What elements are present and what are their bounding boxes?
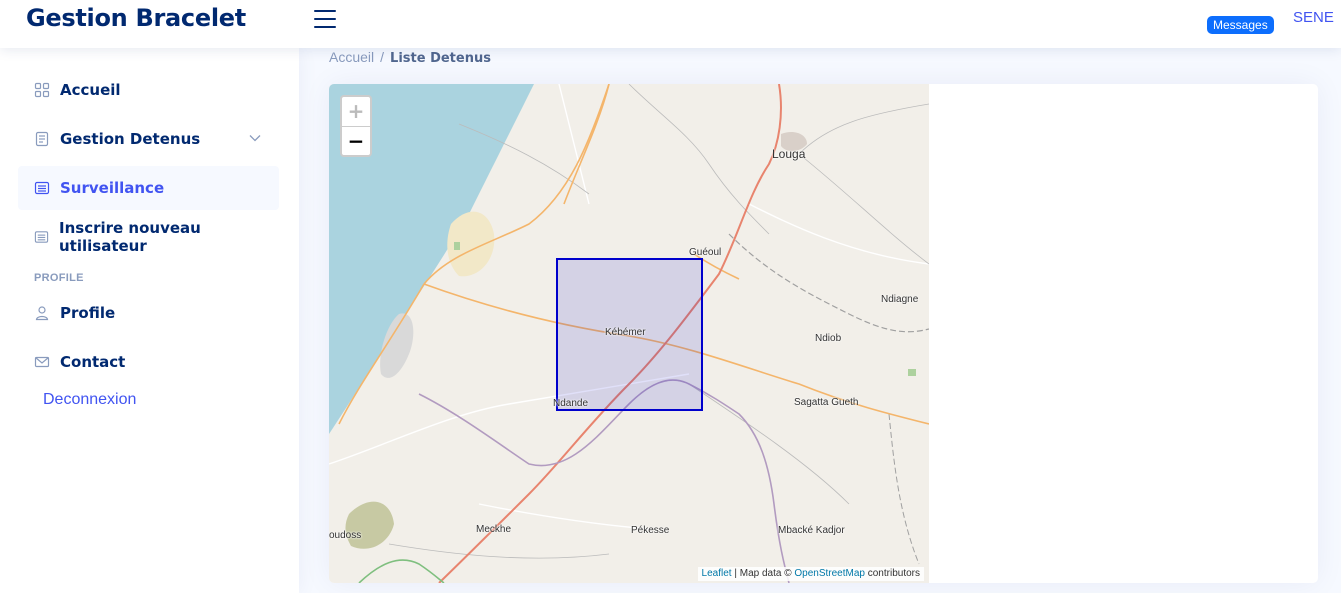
osm-link[interactable]: OpenStreetMap [794,568,865,579]
place-label-meckhe: Meckhe [476,524,512,535]
sidebar-item-contact[interactable]: Contact [18,340,279,384]
place-label-pekesse: Pékesse [631,525,670,536]
app-logo[interactable]: Gestion Bracelet [26,4,246,32]
breadcrumb-home[interactable]: Accueil [329,49,374,65]
sidebar-item-gestion-detenus[interactable]: Gestion Detenus [18,117,279,161]
document-list-icon [35,131,49,147]
place-label-kebemer: Kébémer [605,327,646,338]
sidebar-item-label: Accueil [60,81,121,99]
zoom-in-button[interactable]: + [342,97,370,126]
place-label-sagatta-gueth: Sagatta Gueth [794,397,859,408]
place-label-oudoss: oudoss [329,530,362,541]
map-card: Louga Guéoul Ndiagne Ndiob Kébémer Ndand… [329,84,1318,583]
breadcrumb-current: Liste Detenus [390,51,491,66]
logout-link[interactable]: Deconnexion [43,391,136,409]
list-icon [34,231,49,243]
breadcrumb: Accueil / Liste Detenus [329,49,491,66]
place-label-ndiob: Ndiob [815,333,842,344]
user-profile-link[interactable]: SENE [1293,9,1334,26]
envelope-icon [34,356,50,368]
chevron-down-icon [249,135,261,142]
grid-icon [34,82,50,98]
top-header: Gestion Bracelet Messages SENE [0,0,1341,48]
place-label-ndiagne: Ndiagne [881,294,919,305]
sidebar: Accueil Gestion Detenus Surveillance Ins… [0,48,299,593]
messages-badge[interactable]: Messages [1207,16,1274,34]
leaflet-link[interactable]: Leaflet [702,568,732,579]
sidebar-item-label: Gestion Detenus [60,130,201,148]
sidebar-item-label: Inscrire nouveau utilisateur [59,219,201,255]
person-icon [35,306,49,321]
sidebar-item-accueil[interactable]: Accueil [18,68,279,112]
attribution-text: | Map data © [731,568,795,579]
zoom-control: + − [340,95,372,157]
place-label-gueoul: Guéoul [689,247,722,258]
place-label-louga: Louga [772,147,806,161]
sidebar-item-label: Profile [60,304,116,322]
place-label-ndande: Ndande [553,398,589,409]
sidebar-item-profile[interactable]: Profile [18,291,279,335]
sidebar-item-surveillance[interactable]: Surveillance [18,166,279,210]
sidebar-item-label: Surveillance [60,179,165,197]
sidebar-item-label: Contact [60,353,126,371]
place-label-mbacke-kadjor: Mbacké Kadjor [778,525,845,536]
list-icon [34,181,50,195]
surveillance-map[interactable]: Louga Guéoul Ndiagne Ndiob Kébémer Ndand… [329,84,929,583]
attribution-suffix: contributors [864,568,920,579]
zoom-out-button[interactable]: − [342,127,370,156]
menu-toggle-icon[interactable] [314,9,336,29]
map-attribution: Leaflet | Map data © OpenStreetMap contr… [697,567,924,581]
breadcrumb-separator: / [380,49,385,65]
sidebar-item-inscrire-utilisateur[interactable]: Inscrire nouveau utilisateur [18,215,279,259]
sidebar-heading-profile: PROFILE [34,272,84,284]
